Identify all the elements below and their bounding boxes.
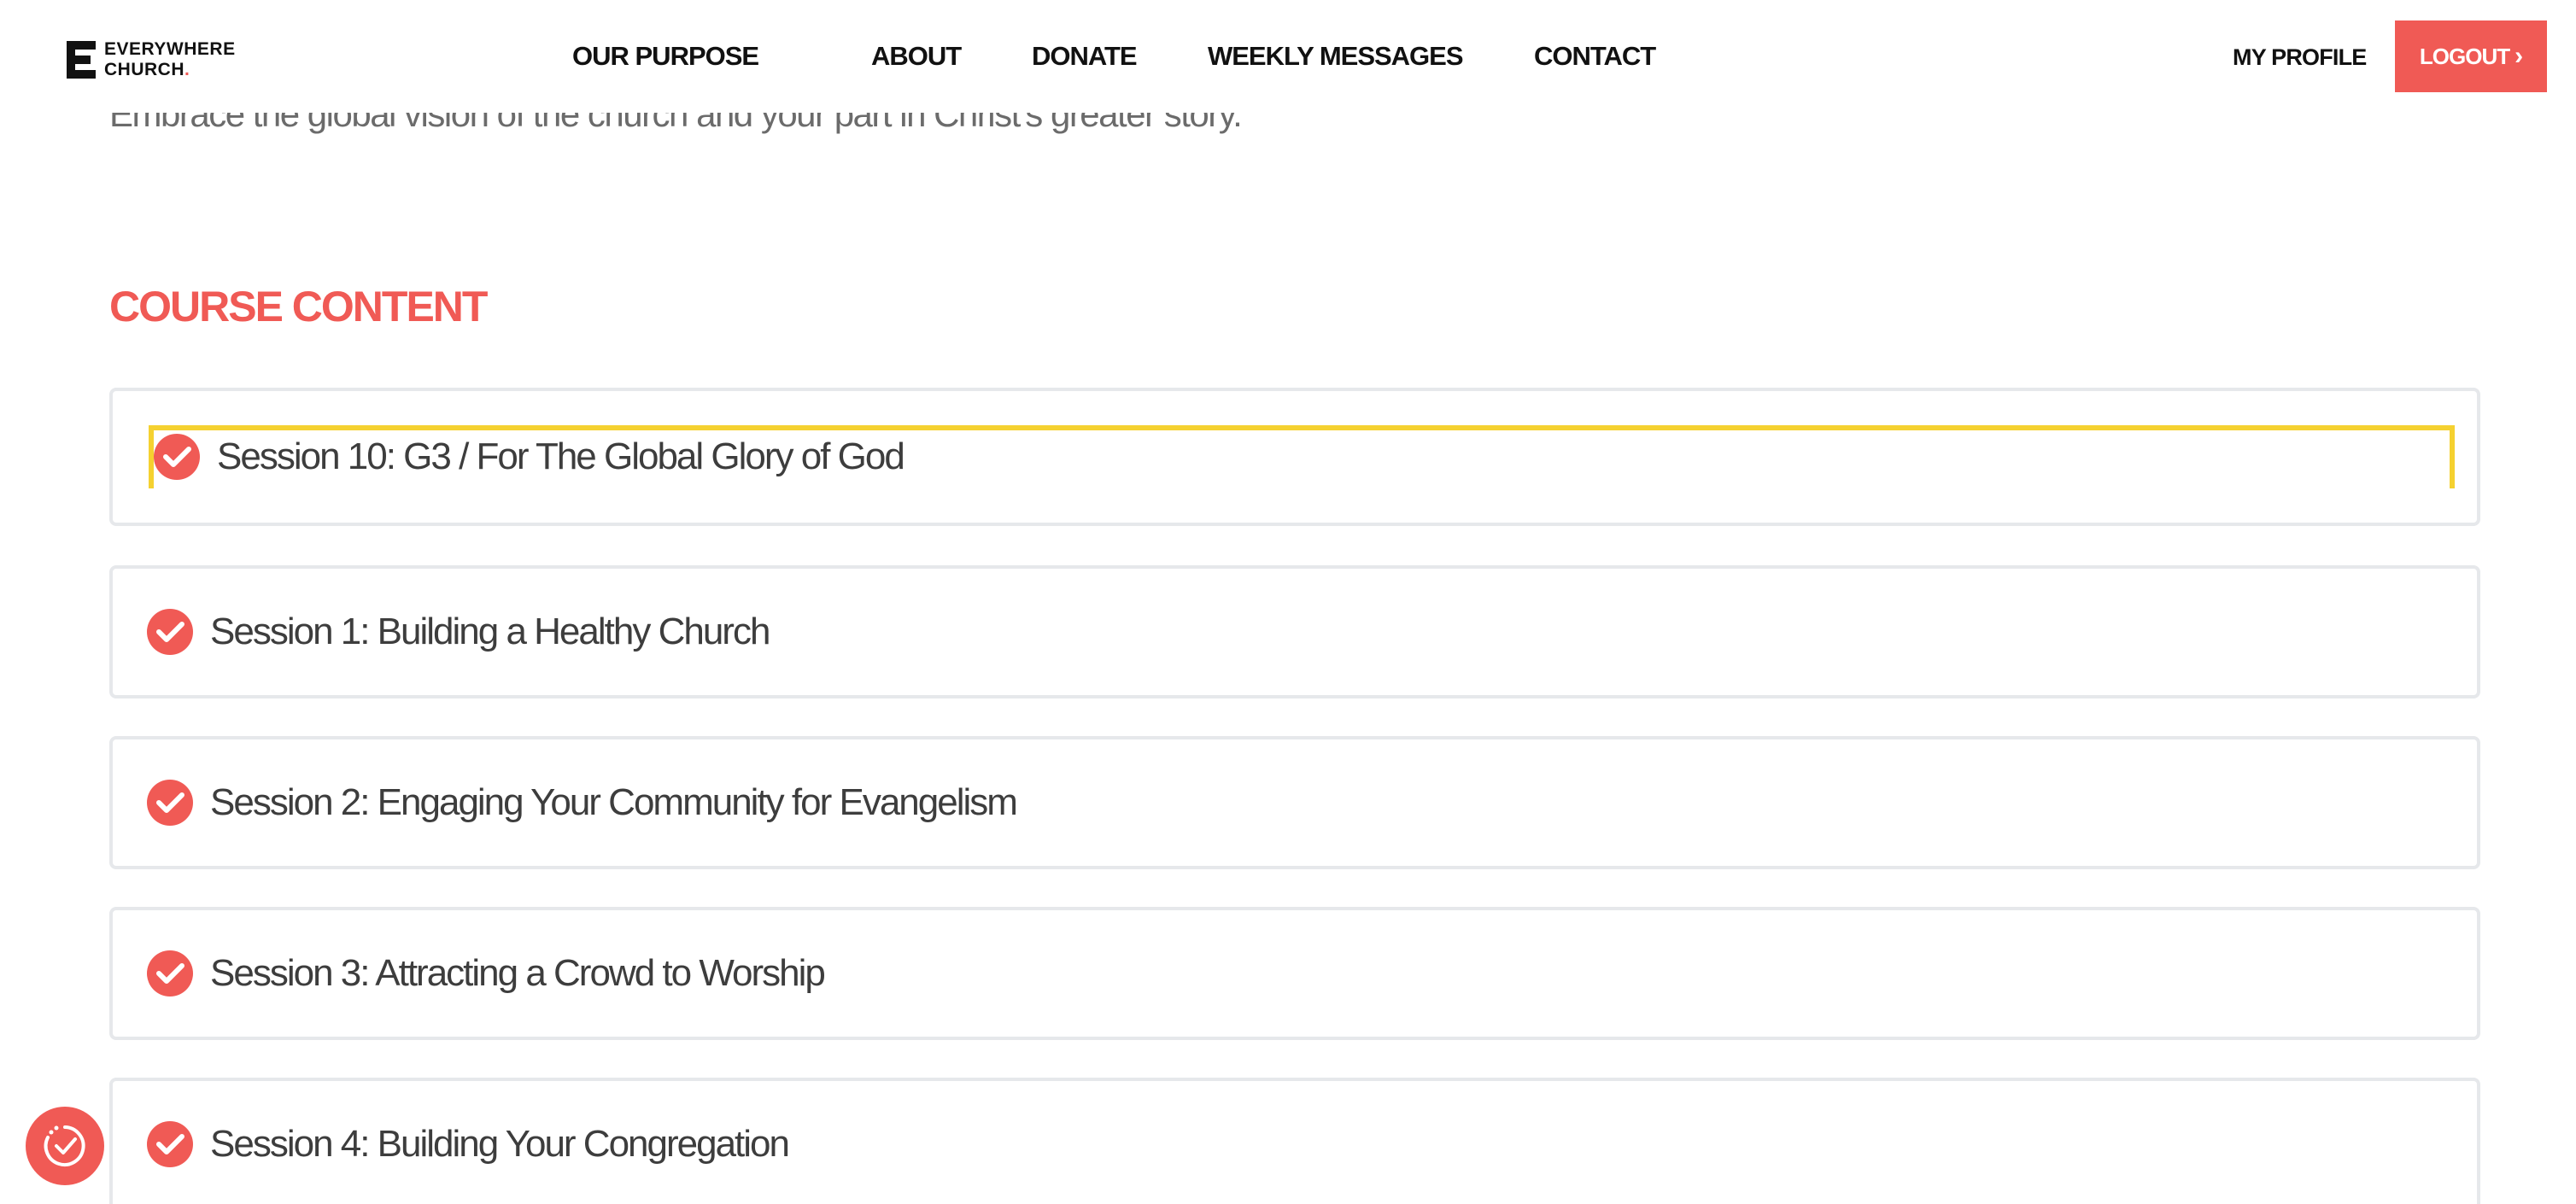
chevron-right-icon: ›: [2515, 42, 2523, 70]
course-content-heading: COURSE CONTENT: [109, 283, 488, 330]
logo-mark-icon: [67, 41, 96, 79]
session-title: Session 1: Building a Healthy Church: [210, 611, 770, 652]
session-item[interactable]: Session 3: Attracting a Crowd to Worship: [109, 907, 2480, 1040]
logo-text: EVERYWHERE CHURCH.: [104, 39, 236, 80]
page: Embrace the global vision of the church …: [0, 0, 2576, 1204]
logout-label: LOGOUT: [2419, 43, 2510, 69]
nav-weekly-messages[interactable]: WEEKLY MESSAGES: [1208, 41, 1464, 72]
clock-check-icon: [44, 1125, 85, 1166]
session-title: Session 3: Attracting a Crowd to Worship: [210, 952, 826, 994]
session-title: Session 4: Building Your Congregation: [210, 1123, 790, 1165]
nav-donate[interactable]: DONATE: [1032, 41, 1138, 72]
session-title: Session 10: G3 / For The Global Glory of…: [217, 435, 905, 477]
session-item[interactable]: Session 1: Building a Healthy Church: [109, 565, 2480, 698]
site-logo[interactable]: EVERYWHERE CHURCH.: [67, 39, 236, 80]
logout-button[interactable]: LOGOUT ›: [2395, 20, 2547, 92]
accessibility-widget-button[interactable]: [26, 1107, 104, 1185]
logo-line-1: EVERYWHERE: [104, 39, 236, 59]
site-header: EVERYWHERE CHURCH. OUR PURPOSE ABOUT DON…: [0, 0, 2576, 113]
nav-our-purpose[interactable]: OUR PURPOSE: [572, 41, 759, 72]
nav-about[interactable]: ABOUT: [871, 41, 962, 72]
logo-line-2: CHURCH.: [104, 60, 190, 79]
nav-contact[interactable]: CONTACT: [1534, 41, 1656, 72]
session-item[interactable]: Session 10: G3 / For The Global Glory of…: [109, 388, 2480, 526]
session-title: Session 2: Engaging Your Community for E…: [210, 781, 1018, 823]
session-item[interactable]: Session 4: Building Your Congregation: [109, 1078, 2480, 1204]
check-circle-icon: [154, 434, 200, 480]
check-circle-icon: [147, 780, 193, 826]
check-circle-icon: [147, 950, 193, 997]
check-circle-icon: [147, 1121, 193, 1167]
check-circle-icon: [147, 609, 193, 655]
session-item[interactable]: Session 2: Engaging Your Community for E…: [109, 736, 2480, 869]
my-profile-link[interactable]: MY PROFILE: [2233, 44, 2367, 71]
